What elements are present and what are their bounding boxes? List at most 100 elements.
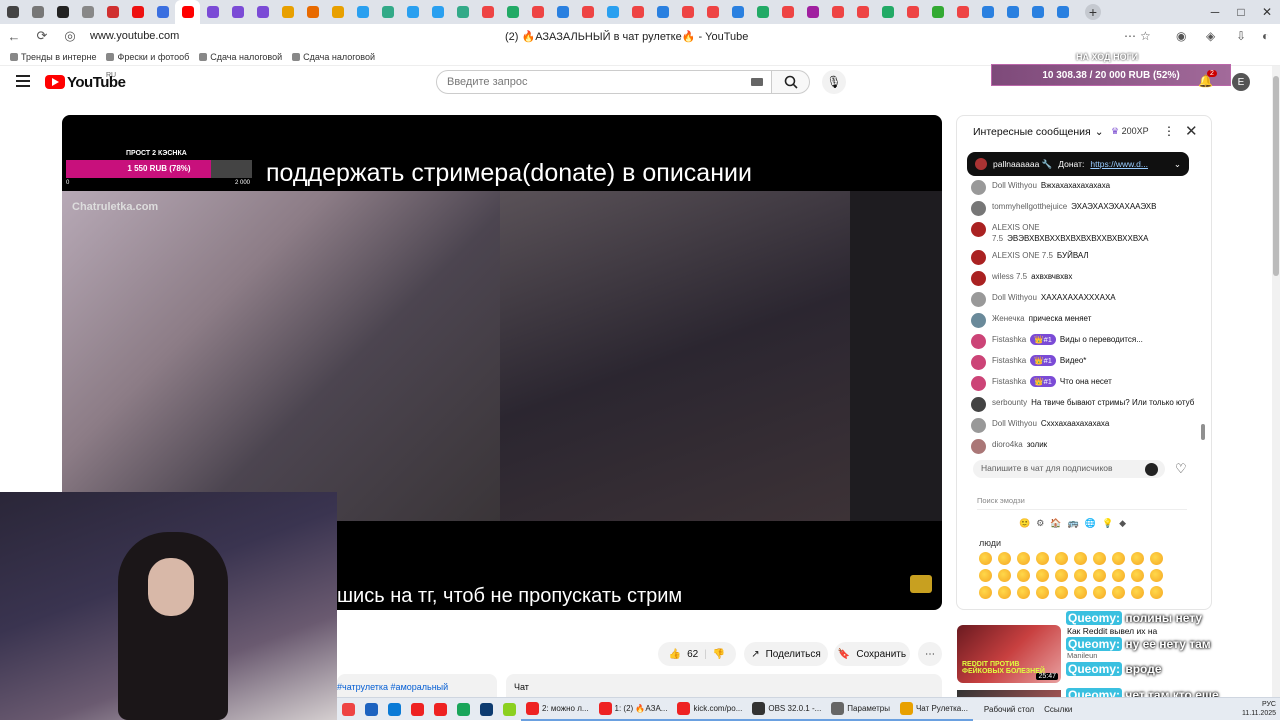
emoji-category-icon[interactable]: 🏠 — [1050, 518, 1061, 529]
chat-author[interactable]: Fistashka — [992, 377, 1026, 386]
emoji-icon[interactable] — [1112, 586, 1125, 599]
browser-tab[interactable] — [275, 0, 300, 24]
emoji-icon[interactable] — [1055, 586, 1068, 599]
emoji-icon[interactable] — [1036, 552, 1049, 565]
like-count[interactable]: 62 — [687, 649, 698, 660]
youtube-logo-icon[interactable] — [45, 75, 65, 89]
system-tray[interactable]: РУС 11.11.2025 — [1242, 700, 1276, 718]
profile-icon[interactable]: ◐ — [1262, 29, 1269, 43]
emoji-icon[interactable] — [1131, 552, 1144, 565]
browser-tab[interactable] — [825, 0, 850, 24]
xp-badge[interactable]: ♛ 200XP — [1111, 126, 1149, 137]
browser-tab[interactable] — [500, 0, 525, 24]
bookmark-star-icon[interactable]: ☆ — [1140, 29, 1151, 43]
browser-tab[interactable] — [525, 0, 550, 24]
chat-message[interactable]: Doll Withyou Вжхахахахахахаха — [971, 180, 1197, 195]
emoji-icon[interactable] — [998, 569, 1011, 582]
chat-filter-dropdown[interactable]: Интересные сообщения ⌄ — [973, 126, 1104, 138]
taskbar-item[interactable]: 1: (2) 🔥АЗА... — [593, 698, 673, 721]
emoji-icon[interactable] — [1017, 552, 1030, 565]
chat-input[interactable]: Напишите в чат для подписчиков — [973, 460, 1165, 478]
taskbar-item[interactable] — [406, 698, 429, 721]
page-scrollbar-thumb[interactable] — [1273, 76, 1279, 276]
emoji-picker-icon[interactable] — [1145, 463, 1158, 476]
emoji-icon[interactable] — [1131, 586, 1144, 599]
taskbar-item[interactable] — [429, 698, 452, 721]
browser-tab[interactable] — [450, 0, 475, 24]
bookmark-item[interactable]: Тренды в интерне — [10, 52, 96, 62]
chat-message[interactable]: serbounty На твиче бывают стримы? Или тол… — [971, 397, 1197, 412]
maximize-icon[interactable]: □ — [1228, 5, 1254, 19]
recommended-thumbnail[interactable]: REDDIT ПРОТИВ ФЕЙКОВЫХ БОЛЕЗНЕЙ 25:47 — [957, 625, 1061, 683]
taskbar-item[interactable]: 2: можно л... — [521, 698, 594, 721]
chat-author[interactable]: Женечка — [992, 314, 1025, 323]
search-input[interactable]: Введите запрос — [436, 70, 772, 94]
chat-message[interactable]: Doll Withyou Схххахаахахахаха — [971, 418, 1197, 433]
browser-tab[interactable] — [150, 0, 175, 24]
taskbar-item[interactable] — [498, 698, 521, 721]
chat-message[interactable]: Doll Withyou ХАХАХАХАХХХАХА — [971, 292, 1197, 307]
browser-tab[interactable] — [575, 0, 600, 24]
hamburger-menu-icon[interactable] — [16, 75, 30, 87]
download-icon[interactable]: ⇩ — [1236, 29, 1246, 43]
browser-tab[interactable] — [650, 0, 675, 24]
browser-tab[interactable] — [225, 0, 250, 24]
chat-author[interactable]: Doll Withyou — [992, 419, 1037, 428]
pinned-link[interactable]: https://www.d... — [1090, 159, 1148, 169]
share-button[interactable]: ↗ Поделиться — [744, 642, 828, 666]
chat-message[interactable]: tommyhellgotthejuice ЭХАЭХАХЭХАХААЭХВ — [971, 201, 1197, 216]
emoji-icon[interactable] — [1074, 586, 1087, 599]
taskbar-item[interactable] — [360, 698, 383, 721]
browser-tab[interactable] — [775, 0, 800, 24]
taskbar-item[interactable] — [337, 698, 360, 721]
chat-scrollbar[interactable] — [1201, 424, 1205, 440]
browser-tab[interactable] — [800, 0, 825, 24]
browser-tab[interactable] — [425, 0, 450, 24]
like-icon[interactable]: 👍 — [669, 649, 681, 660]
bookmark-item[interactable]: Фрески и фотооб — [106, 52, 189, 62]
minimize-icon[interactable]: ─ — [1202, 5, 1228, 19]
chat-author[interactable]: Doll Withyou — [992, 181, 1037, 190]
browser-tab[interactable] — [300, 0, 325, 24]
tray-language[interactable]: РУС — [1242, 700, 1276, 709]
emoji-icon[interactable] — [1093, 552, 1106, 565]
browser-tab[interactable] — [950, 0, 975, 24]
browser-tab[interactable] — [675, 0, 700, 24]
emoji-icon[interactable] — [1036, 586, 1049, 599]
chat-message-list[interactable]: Doll Withyou Вжхахахахахахаха tommyhellgot… — [971, 180, 1197, 460]
emoji-icon[interactable] — [1093, 569, 1106, 582]
keyboard-icon[interactable] — [751, 78, 763, 86]
chat-author[interactable]: Fistashka — [992, 356, 1026, 365]
more-icon[interactable]: ⋯ — [1124, 29, 1136, 43]
back-icon[interactable]: ← — [0, 29, 28, 44]
emoji-icon[interactable] — [1150, 552, 1163, 565]
voice-search-button[interactable]: 🎙 — [822, 70, 846, 94]
chat-message[interactable]: ALEXIS ONE 7.5 БУЙВАЛ — [971, 250, 1197, 265]
emoji-icon[interactable] — [979, 552, 992, 565]
chat-message[interactable]: Fistashka 👑#1 Что она несет — [971, 376, 1197, 391]
chat-author[interactable]: dioro4ka — [992, 440, 1023, 449]
chat-author[interactable]: Fistashka — [992, 335, 1026, 344]
emoji-icon[interactable] — [998, 586, 1011, 599]
browser-tab[interactable] — [250, 0, 275, 24]
browser-tab[interactable] — [25, 0, 50, 24]
browser-tab[interactable] — [600, 0, 625, 24]
browser-tab[interactable] — [100, 0, 125, 24]
emoji-icon[interactable] — [1074, 569, 1087, 582]
browser-tab[interactable] — [875, 0, 900, 24]
emoji-grid[interactable] — [979, 552, 1179, 599]
taskbar-item[interactable]: OBS 32.0.1 -... — [747, 698, 827, 721]
dislike-icon[interactable]: 👎 — [713, 649, 725, 660]
emoji-icon[interactable] — [1055, 552, 1068, 565]
page-scrollbar[interactable] — [1272, 66, 1280, 697]
recommended-title[interactable]: Как Reddit вывел их на — [1067, 626, 1187, 637]
url-field[interactable]: www.youtube.com — [90, 30, 179, 42]
account-avatar[interactable]: E — [1232, 73, 1250, 91]
browser-tab[interactable] — [325, 0, 350, 24]
youtube-logo-text[interactable]: YouTube — [67, 74, 126, 91]
browser-tab[interactable] — [1025, 0, 1050, 24]
emoji-icon[interactable] — [979, 586, 992, 599]
chat-author[interactable]: Doll Withyou — [992, 293, 1037, 302]
close-icon[interactable]: ✕ — [1185, 122, 1198, 140]
browser-tab[interactable] — [350, 0, 375, 24]
